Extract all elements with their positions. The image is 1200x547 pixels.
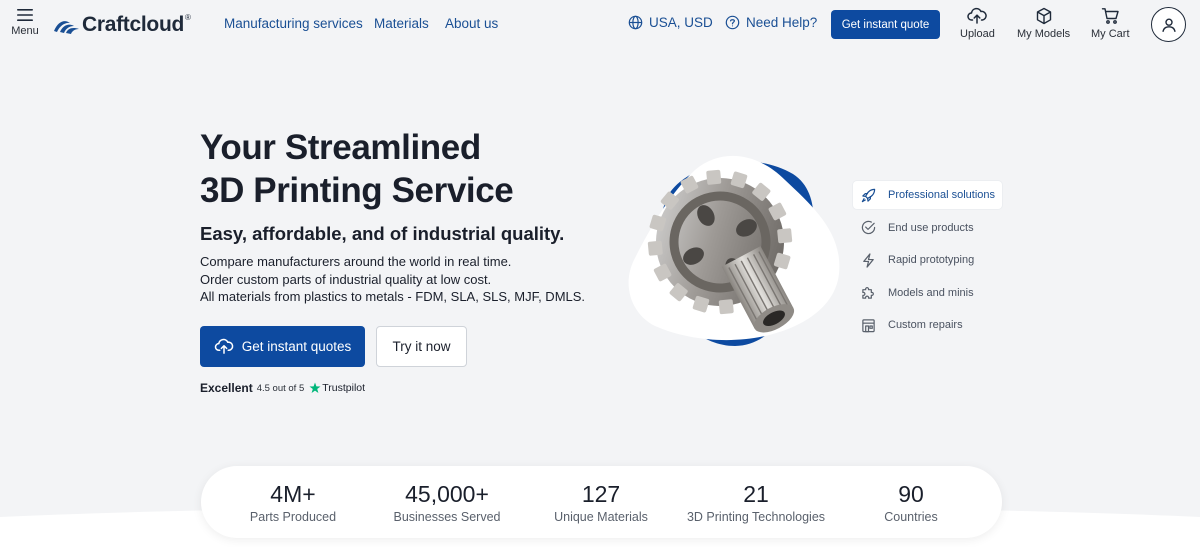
my-models-label: My Models bbox=[1017, 28, 1071, 40]
stat-value: 4M+ bbox=[270, 481, 316, 507]
cloud-upload-icon bbox=[214, 338, 233, 354]
menu-label: Menu bbox=[11, 25, 39, 37]
try-it-now-button[interactable]: Try it now bbox=[376, 326, 467, 367]
stats-bar: 4M+ Parts Produced 45,000+ Businesses Se… bbox=[201, 466, 1002, 538]
hero-description-line: All materials from plastics to metals - … bbox=[200, 289, 586, 304]
stat-label: Parts Produced bbox=[249, 510, 337, 524]
trustpilot-wordmark: Trustpilot bbox=[322, 382, 366, 394]
hero-title: Your Streamlined 3D Printing Service bbox=[200, 126, 514, 212]
trustpilot-star-icon bbox=[309, 382, 321, 393]
stat-countries: 90 Countries bbox=[851, 481, 971, 524]
get-instant-quotes-button[interactable]: Get instant quotes bbox=[200, 326, 365, 367]
feature-label: Custom repairs bbox=[888, 319, 963, 331]
3d-printed-part-illustration bbox=[628, 155, 840, 346]
craftcloud-logo[interactable]: Craftcloud ® bbox=[53, 12, 191, 38]
stat-label: Countries bbox=[884, 510, 938, 524]
rocket-icon bbox=[861, 188, 876, 202]
stat-businesses-served: 45,000+ Businesses Served bbox=[372, 481, 522, 524]
stat-value: 127 bbox=[581, 481, 621, 507]
stat-3d-printing-technologies: 21 3D Printing Technologies bbox=[676, 481, 836, 524]
storefront-icon bbox=[862, 318, 875, 332]
feature-custom-repairs[interactable]: Custom repairs bbox=[853, 311, 1013, 339]
feature-label: End use products bbox=[888, 221, 974, 234]
cube-icon bbox=[1036, 7, 1051, 25]
feature-models-and-minis[interactable]: Models and minis bbox=[853, 279, 1013, 307]
nav-about-us[interactable]: About us bbox=[445, 16, 498, 31]
rating-score: 4.5 out of 5 bbox=[256, 382, 305, 394]
get-instant-quote-button[interactable]: Get instant quote bbox=[831, 10, 940, 39]
stat-value: 21 bbox=[743, 481, 769, 507]
puzzle-icon bbox=[862, 287, 874, 299]
top-navigation: Menu Craftcloud ® Manufacturing services… bbox=[0, 0, 1200, 50]
globe-icon bbox=[628, 15, 643, 30]
user-icon bbox=[1161, 17, 1176, 32]
account-button[interactable] bbox=[1151, 7, 1186, 42]
cart-icon bbox=[1101, 8, 1119, 24]
my-cart-button[interactable]: My Cart bbox=[1091, 7, 1130, 40]
rating-label: Excellent bbox=[200, 381, 253, 395]
check-circle-icon bbox=[861, 220, 876, 235]
get-instant-quotes-label: Get instant quotes bbox=[241, 339, 352, 354]
upload-button[interactable]: Upload bbox=[960, 7, 995, 40]
feature-rapid-prototyping[interactable]: Rapid prototyping bbox=[853, 246, 1013, 274]
logo-wordmark: Craftcloud bbox=[82, 13, 185, 36]
feature-label: Professional solutions bbox=[888, 189, 996, 201]
nav-materials[interactable]: Materials bbox=[374, 16, 429, 31]
hero-description-line: Compare manufacturers around the world i… bbox=[200, 254, 512, 269]
hero-title-line-1: Your Streamlined bbox=[200, 128, 481, 167]
help-link[interactable]: Need Help? bbox=[725, 15, 817, 30]
feature-professional-solutions[interactable]: Professional solutions bbox=[853, 181, 1002, 209]
hero-title-line-2: 3D Printing Service bbox=[200, 171, 514, 210]
hero-subtitle: Easy, affordable, and of industrial qual… bbox=[200, 223, 565, 244]
stat-label: Businesses Served bbox=[393, 510, 501, 524]
feature-label: Models and minis bbox=[888, 286, 974, 299]
hamburger-icon bbox=[17, 9, 33, 21]
question-circle-icon bbox=[725, 15, 740, 30]
stat-unique-materials: 127 Unique Materials bbox=[531, 481, 671, 524]
stat-value: 45,000+ bbox=[405, 481, 489, 507]
stat-label: Unique Materials bbox=[554, 510, 648, 524]
registered-mark: ® bbox=[185, 13, 191, 22]
upload-label: Upload bbox=[960, 28, 995, 40]
feature-end-use-products[interactable]: End use products bbox=[853, 214, 1013, 242]
hero-description-line: Order custom parts of industrial quality… bbox=[200, 271, 492, 287]
stat-label: 3D Printing Technologies bbox=[686, 510, 826, 524]
region-selector[interactable]: USA, USD bbox=[628, 15, 713, 30]
region-label: USA, USD bbox=[649, 15, 713, 30]
nav-manufacturing-services[interactable]: Manufacturing services bbox=[224, 16, 363, 31]
feature-list: Professional solutions End use products … bbox=[853, 181, 1013, 344]
lightning-icon bbox=[863, 252, 874, 268]
craftcloud-logo-icon bbox=[54, 21, 79, 34]
trustpilot-rating[interactable]: Excellent 4.5 out of 5 Trustpilot bbox=[200, 381, 365, 395]
my-cart-label: My Cart bbox=[1091, 28, 1130, 40]
cloud-upload-icon bbox=[967, 7, 988, 24]
stat-value: 90 bbox=[898, 481, 924, 507]
stat-parts-produced: 4M+ Parts Produced bbox=[223, 481, 363, 524]
my-models-button[interactable]: My Models bbox=[1017, 7, 1070, 40]
help-label: Need Help? bbox=[746, 15, 818, 30]
feature-label: Rapid prototyping bbox=[888, 254, 975, 266]
hero-description: Compare manufacturers around the world i… bbox=[200, 253, 585, 306]
menu-button[interactable]: Menu bbox=[10, 8, 40, 42]
